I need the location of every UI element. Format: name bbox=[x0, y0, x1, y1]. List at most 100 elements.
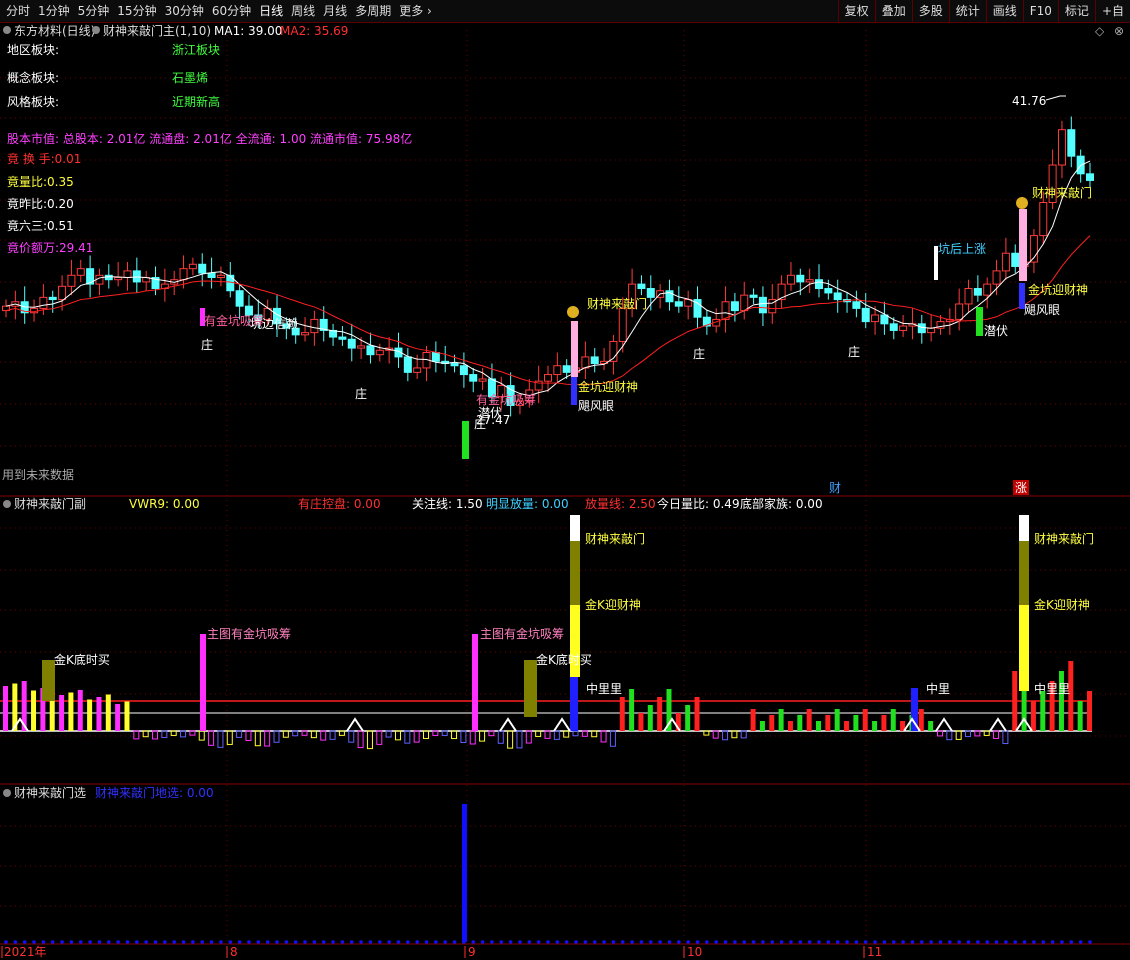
tool-button-3[interactable]: 统计 bbox=[948, 0, 986, 22]
period-tab-2[interactable]: 5分钟 bbox=[74, 0, 114, 22]
candle-body bbox=[805, 279, 814, 283]
period-tab-1[interactable]: 1分钟 bbox=[34, 0, 74, 22]
select-dot bbox=[387, 940, 391, 944]
histogram-bar bbox=[787, 721, 793, 731]
candle-body bbox=[1039, 202, 1048, 237]
tool-button-0[interactable]: 复权 bbox=[837, 0, 875, 22]
candlestick bbox=[786, 262, 795, 291]
tool-button-6[interactable]: 标记 bbox=[1057, 0, 1095, 22]
candlestick bbox=[964, 279, 973, 313]
ma1-line bbox=[5, 160, 1091, 397]
select-dot bbox=[751, 940, 756, 944]
select-dot bbox=[602, 940, 606, 944]
period-tab-7[interactable]: 周线 bbox=[287, 0, 319, 22]
candlestick bbox=[674, 286, 683, 313]
histogram-bar bbox=[507, 730, 514, 749]
histogram-bar bbox=[993, 730, 1000, 739]
candle-body bbox=[889, 323, 898, 331]
info-value: 石墨烯 bbox=[172, 71, 208, 85]
tool-button-1[interactable]: 叠加 bbox=[874, 0, 912, 22]
period-tab-4[interactable]: 30分钟 bbox=[161, 0, 208, 22]
candle-body bbox=[1086, 173, 1094, 181]
select-dot bbox=[658, 940, 662, 944]
select-dot bbox=[480, 940, 485, 944]
kline-chart-area[interactable]: 东方材料(日线) 财神来敲门主(1,10) MA1: 39.00MA2: 35.69… bbox=[0, 23, 1130, 960]
histogram-bar bbox=[609, 730, 616, 747]
candlestick bbox=[329, 323, 338, 346]
candlestick bbox=[20, 286, 29, 324]
select-dot bbox=[536, 940, 541, 944]
period-tab-9[interactable]: 多周期 bbox=[351, 0, 395, 22]
select-dot bbox=[284, 940, 289, 944]
tool-button-5[interactable]: F10 bbox=[1022, 0, 1058, 22]
tool-button-7[interactable]: +自 bbox=[1094, 0, 1130, 22]
period-tab-6[interactable]: 日线 bbox=[255, 0, 287, 22]
histogram-bar bbox=[198, 730, 205, 741]
candle-body bbox=[1001, 252, 1010, 272]
signal-label: 庄 bbox=[693, 346, 705, 361]
candlestick bbox=[30, 299, 39, 322]
histogram-bar bbox=[105, 694, 111, 731]
signal-label: 金坑迎财神 bbox=[578, 379, 638, 394]
candlestick bbox=[1011, 244, 1020, 274]
histogram-bar bbox=[722, 730, 729, 741]
candle-body bbox=[927, 327, 936, 334]
histogram-bar bbox=[469, 730, 476, 745]
period-tab-8[interactable]: 月线 bbox=[319, 0, 351, 22]
candlestick bbox=[758, 286, 767, 327]
select-dot bbox=[443, 940, 448, 944]
period-tab-5[interactable]: 60分钟 bbox=[208, 0, 255, 22]
select-dot bbox=[368, 940, 373, 944]
high-pointer bbox=[1045, 95, 1066, 101]
select-dot bbox=[508, 940, 513, 944]
tool-button-2[interactable]: 多股 bbox=[911, 0, 949, 22]
tool-button-4[interactable]: 画线 bbox=[985, 0, 1023, 22]
select-dot bbox=[630, 940, 634, 944]
auction-stat: 竟昨比:0.20 bbox=[7, 197, 74, 211]
collapse-icon bbox=[3, 500, 11, 508]
candlestick bbox=[749, 288, 758, 304]
sub-signal-label: 主图有金坑吸筹 bbox=[480, 626, 564, 641]
candlestick bbox=[843, 292, 852, 313]
sub-signal-label: 中里里 bbox=[586, 681, 622, 696]
histogram-bar bbox=[862, 709, 868, 731]
select-dot bbox=[153, 940, 158, 944]
period-tab-10[interactable]: 更多 › bbox=[395, 0, 436, 22]
signal-label: 财神来敲门 bbox=[587, 296, 647, 311]
ma2-value: MA2: 35.69 bbox=[280, 24, 348, 38]
signal-label: 庄 bbox=[355, 386, 367, 401]
candlestick bbox=[469, 367, 478, 393]
candlestick bbox=[955, 288, 964, 331]
histogram-bar bbox=[1040, 691, 1046, 731]
histogram-bar bbox=[657, 697, 663, 731]
period-tab-0[interactable]: 分时 bbox=[2, 0, 34, 22]
select-dot bbox=[1022, 940, 1027, 944]
histogram-bar bbox=[264, 730, 271, 747]
histogram-bar bbox=[423, 730, 430, 739]
histogram-bar bbox=[348, 730, 355, 743]
histogram-bar bbox=[87, 699, 93, 731]
select-dot bbox=[293, 940, 298, 944]
select-dot bbox=[69, 940, 74, 944]
select-dot bbox=[1060, 940, 1064, 944]
select-dot bbox=[957, 940, 961, 944]
histogram-bar bbox=[254, 730, 261, 747]
candle-body bbox=[833, 292, 842, 301]
auction-stat: 竟量比:0.35 bbox=[7, 175, 74, 189]
histogram-bar bbox=[96, 697, 102, 731]
select-dot bbox=[331, 940, 335, 944]
period-tab-3[interactable]: 15分钟 bbox=[113, 0, 160, 22]
select-dot bbox=[546, 940, 550, 944]
sub-legend-item: 放量线: 2.50 bbox=[585, 496, 656, 511]
candlestick bbox=[553, 352, 562, 384]
select-dot bbox=[592, 940, 597, 944]
close-icon: ⊗ bbox=[1114, 24, 1124, 38]
candlestick bbox=[132, 257, 141, 293]
select-dot bbox=[462, 940, 466, 944]
info-label: 风格板块: bbox=[7, 94, 59, 109]
select-dot bbox=[620, 940, 625, 944]
auction-stat: 竟价额万:29.41 bbox=[7, 241, 93, 255]
select-dot bbox=[340, 940, 345, 944]
histogram-bar bbox=[619, 697, 625, 731]
candle-body bbox=[403, 356, 412, 373]
